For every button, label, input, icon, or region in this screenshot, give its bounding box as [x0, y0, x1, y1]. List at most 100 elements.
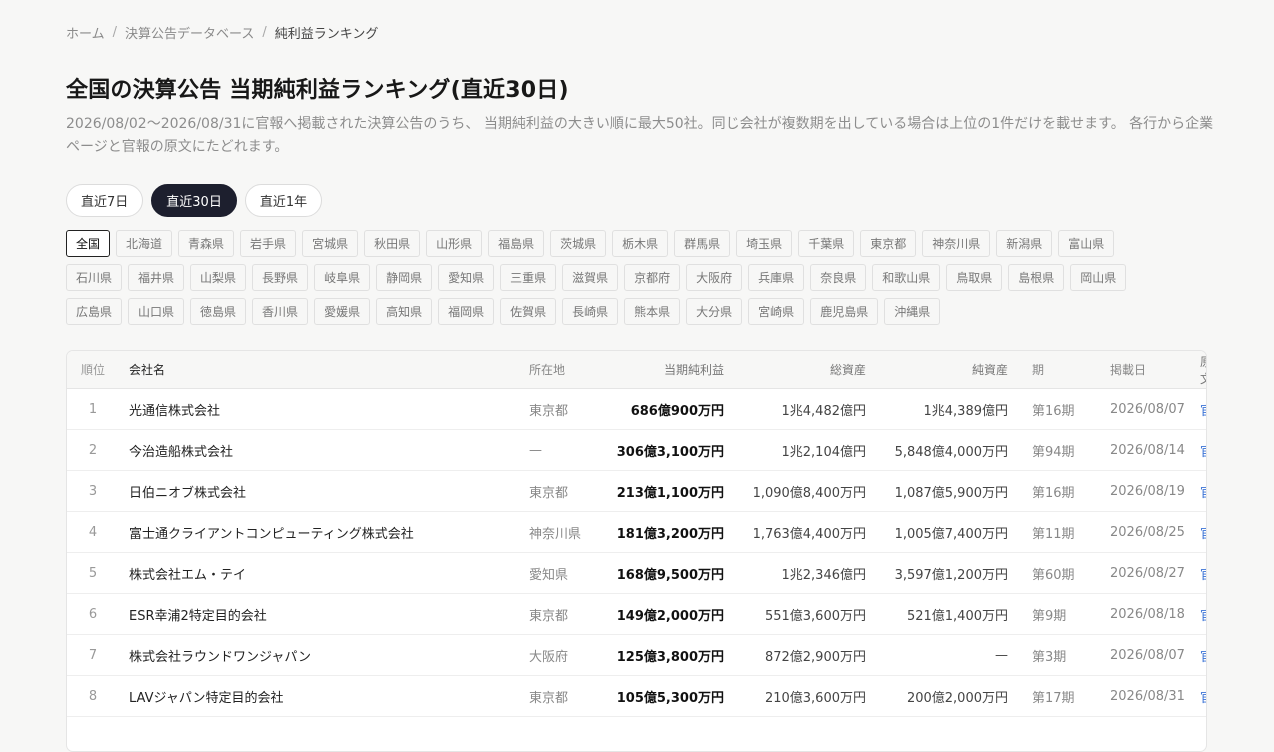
prefecture-chip[interactable]: 和歌山県	[872, 264, 941, 291]
prefecture-chip[interactable]: 北海道	[116, 230, 173, 257]
cell-company[interactable]: 株式会社ラウンドワンジャパン	[119, 634, 529, 676]
prefecture-chip[interactable]: 千葉県	[798, 230, 855, 257]
prefecture-chip[interactable]: 大阪府	[686, 264, 743, 291]
cell-net-assets: 5,848億4,000万円	[878, 429, 1020, 471]
cell-company[interactable]: ESR幸浦2特定目的会社	[119, 593, 529, 635]
prefecture-chip[interactable]: 長野県	[252, 264, 309, 291]
prefecture-chip[interactable]: 福井県	[128, 264, 185, 291]
prefecture-chip[interactable]: 佐賀県	[500, 298, 557, 325]
prefecture-chip[interactable]: 石川県	[66, 264, 123, 291]
cell-total-assets: 551億3,600万円	[736, 593, 878, 635]
table-row: 1 光通信株式会社 東京都 686億900万円 1兆4,482億円 1兆4,389億円 第1…	[67, 388, 1206, 430]
prefecture-chip[interactable]: 大分県	[686, 298, 743, 325]
cell-net-income: 125億3,800万円	[604, 634, 736, 676]
prefecture-chip[interactable]: 富山県	[1058, 230, 1115, 257]
prefecture-chip[interactable]: 長崎県	[562, 298, 619, 325]
cell-total-assets: 1,090億8,400万円	[736, 470, 878, 512]
prefecture-chip[interactable]: 岐阜県	[314, 264, 371, 291]
cell-company[interactable]: 日伯ニオブ株式会社	[119, 470, 529, 512]
period-tab-7days[interactable]: 直近7日	[66, 184, 144, 217]
prefecture-chip[interactable]: 静岡県	[376, 264, 433, 291]
source-link[interactable]: 官報	[1200, 609, 1206, 624]
breadcrumb-current: 純利益ランキング	[274, 27, 379, 42]
cell-net-assets: 3,597億1,200万円	[878, 552, 1020, 594]
cell-source: 官報	[1198, 511, 1206, 553]
source-link[interactable]: 官報	[1200, 445, 1206, 460]
prefecture-chip[interactable]: 熊本県	[624, 298, 681, 325]
cell-date: 2026/08/27	[1092, 552, 1198, 594]
cell-source: 官報	[1198, 388, 1206, 430]
prefecture-chip[interactable]: 滋賀県	[562, 264, 619, 291]
cell-date: 2026/08/19	[1092, 470, 1198, 512]
prefecture-chip[interactable]: 福島県	[488, 230, 545, 257]
prefecture-chip[interactable]: 高知県	[376, 298, 433, 325]
prefecture-chip-all[interactable]: 全国	[66, 230, 111, 257]
prefecture-chip[interactable]: 岡山県	[1070, 264, 1127, 291]
cell-company[interactable]: LAVジャパン特定目的会社	[119, 675, 529, 717]
prefecture-chip[interactable]: 宮城県	[302, 230, 359, 257]
cell-term: 第16期	[1020, 470, 1092, 512]
breadcrumb-database-link[interactable]: 決算公告データベース	[125, 23, 254, 42]
cell-source: 官報	[1198, 593, 1206, 635]
source-link[interactable]: 官報	[1200, 527, 1206, 542]
prefecture-chip[interactable]: 香川県	[252, 298, 309, 325]
period-tab-30days[interactable]: 直近30日	[151, 184, 237, 217]
breadcrumb: ホーム / 決算公告データベース / 純利益ランキング	[66, 23, 378, 42]
header-net-income: 当期純利益	[604, 351, 736, 389]
cell-net-assets: —	[878, 634, 1020, 676]
breadcrumb-home-link[interactable]: ホーム	[66, 23, 105, 42]
prefecture-chip[interactable]: 兵庫県	[748, 264, 805, 291]
cell-company[interactable]: 株式会社エム・テイ	[119, 552, 529, 594]
prefecture-chip[interactable]: 山口県	[128, 298, 185, 325]
prefecture-chip[interactable]: 愛知県	[438, 264, 495, 291]
prefecture-chip[interactable]: 三重県	[500, 264, 557, 291]
prefecture-chip[interactable]: 京都府	[624, 264, 681, 291]
period-tab-1year[interactable]: 直近1年	[244, 184, 323, 217]
prefecture-chip[interactable]: 新潟県	[996, 230, 1053, 257]
cell-company[interactable]: 光通信株式会社	[119, 388, 529, 430]
prefecture-chip[interactable]: 奈良県	[810, 264, 867, 291]
prefecture-chip[interactable]: 埼玉県	[736, 230, 793, 257]
cell-total-assets: 1,763億4,400万円	[736, 511, 878, 553]
cell-location: 東京都	[529, 675, 604, 717]
cell-date: 2026/08/07	[1092, 388, 1198, 430]
source-link[interactable]: 官報	[1200, 568, 1206, 583]
source-link[interactable]: 官報	[1200, 691, 1206, 706]
cell-term: 第17期	[1020, 675, 1092, 717]
prefecture-chip[interactable]: 群馬県	[674, 230, 731, 257]
prefecture-chip[interactable]: 鳥取県	[946, 264, 1003, 291]
cell-date: 2026/08/31	[1092, 675, 1198, 717]
prefecture-chip[interactable]: 福岡県	[438, 298, 495, 325]
cell-company[interactable]: 今治造船株式会社	[119, 429, 529, 471]
prefecture-chip[interactable]: 東京都	[860, 230, 917, 257]
cell-location: —	[529, 429, 604, 471]
prefecture-chip[interactable]: 山梨県	[190, 264, 247, 291]
prefecture-chip[interactable]: 愛媛県	[314, 298, 371, 325]
prefecture-chip[interactable]: 青森県	[178, 230, 235, 257]
prefecture-chip[interactable]: 神奈川県	[922, 230, 991, 257]
cell-rank: 3	[67, 470, 119, 512]
source-link[interactable]: 官報	[1200, 404, 1206, 419]
prefecture-chip[interactable]: 徳島県	[190, 298, 247, 325]
table-row: 6 ESR幸浦2特定目的会社 東京都 149億2,000万円 551億3,600万円 52…	[67, 593, 1206, 635]
cell-net-income: 213億1,100万円	[604, 470, 736, 512]
cell-source: 官報	[1198, 429, 1206, 471]
table-row: 7 株式会社ラウンドワンジャパン 大阪府 125億3,800万円 872億2,900万円…	[67, 634, 1206, 676]
table-row: 2 今治造船株式会社 —306億3,100万円 1兆2,104億円 5,848億4,00…	[67, 429, 1206, 471]
cell-net-assets: 1兆4,389億円	[878, 388, 1020, 430]
prefecture-chip[interactable]: 栃木県	[612, 230, 669, 257]
prefecture-chip[interactable]: 宮崎県	[748, 298, 805, 325]
prefecture-chip[interactable]: 沖縄県	[884, 298, 941, 325]
cell-source: 官報	[1198, 470, 1206, 512]
cell-date: 2026/08/07	[1092, 634, 1198, 676]
prefecture-chip[interactable]: 岩手県	[240, 230, 297, 257]
source-link[interactable]: 官報	[1200, 650, 1206, 665]
cell-company[interactable]: 富士通クライアントコンピューティング株式会社	[119, 511, 529, 553]
prefecture-chip[interactable]: 鹿児島県	[810, 298, 879, 325]
prefecture-chip[interactable]: 秋田県	[364, 230, 421, 257]
prefecture-chip[interactable]: 島根県	[1008, 264, 1065, 291]
prefecture-chip[interactable]: 茨城県	[550, 230, 607, 257]
source-link[interactable]: 官報	[1200, 486, 1206, 501]
prefecture-chip[interactable]: 広島県	[66, 298, 123, 325]
prefecture-chip[interactable]: 山形県	[426, 230, 483, 257]
